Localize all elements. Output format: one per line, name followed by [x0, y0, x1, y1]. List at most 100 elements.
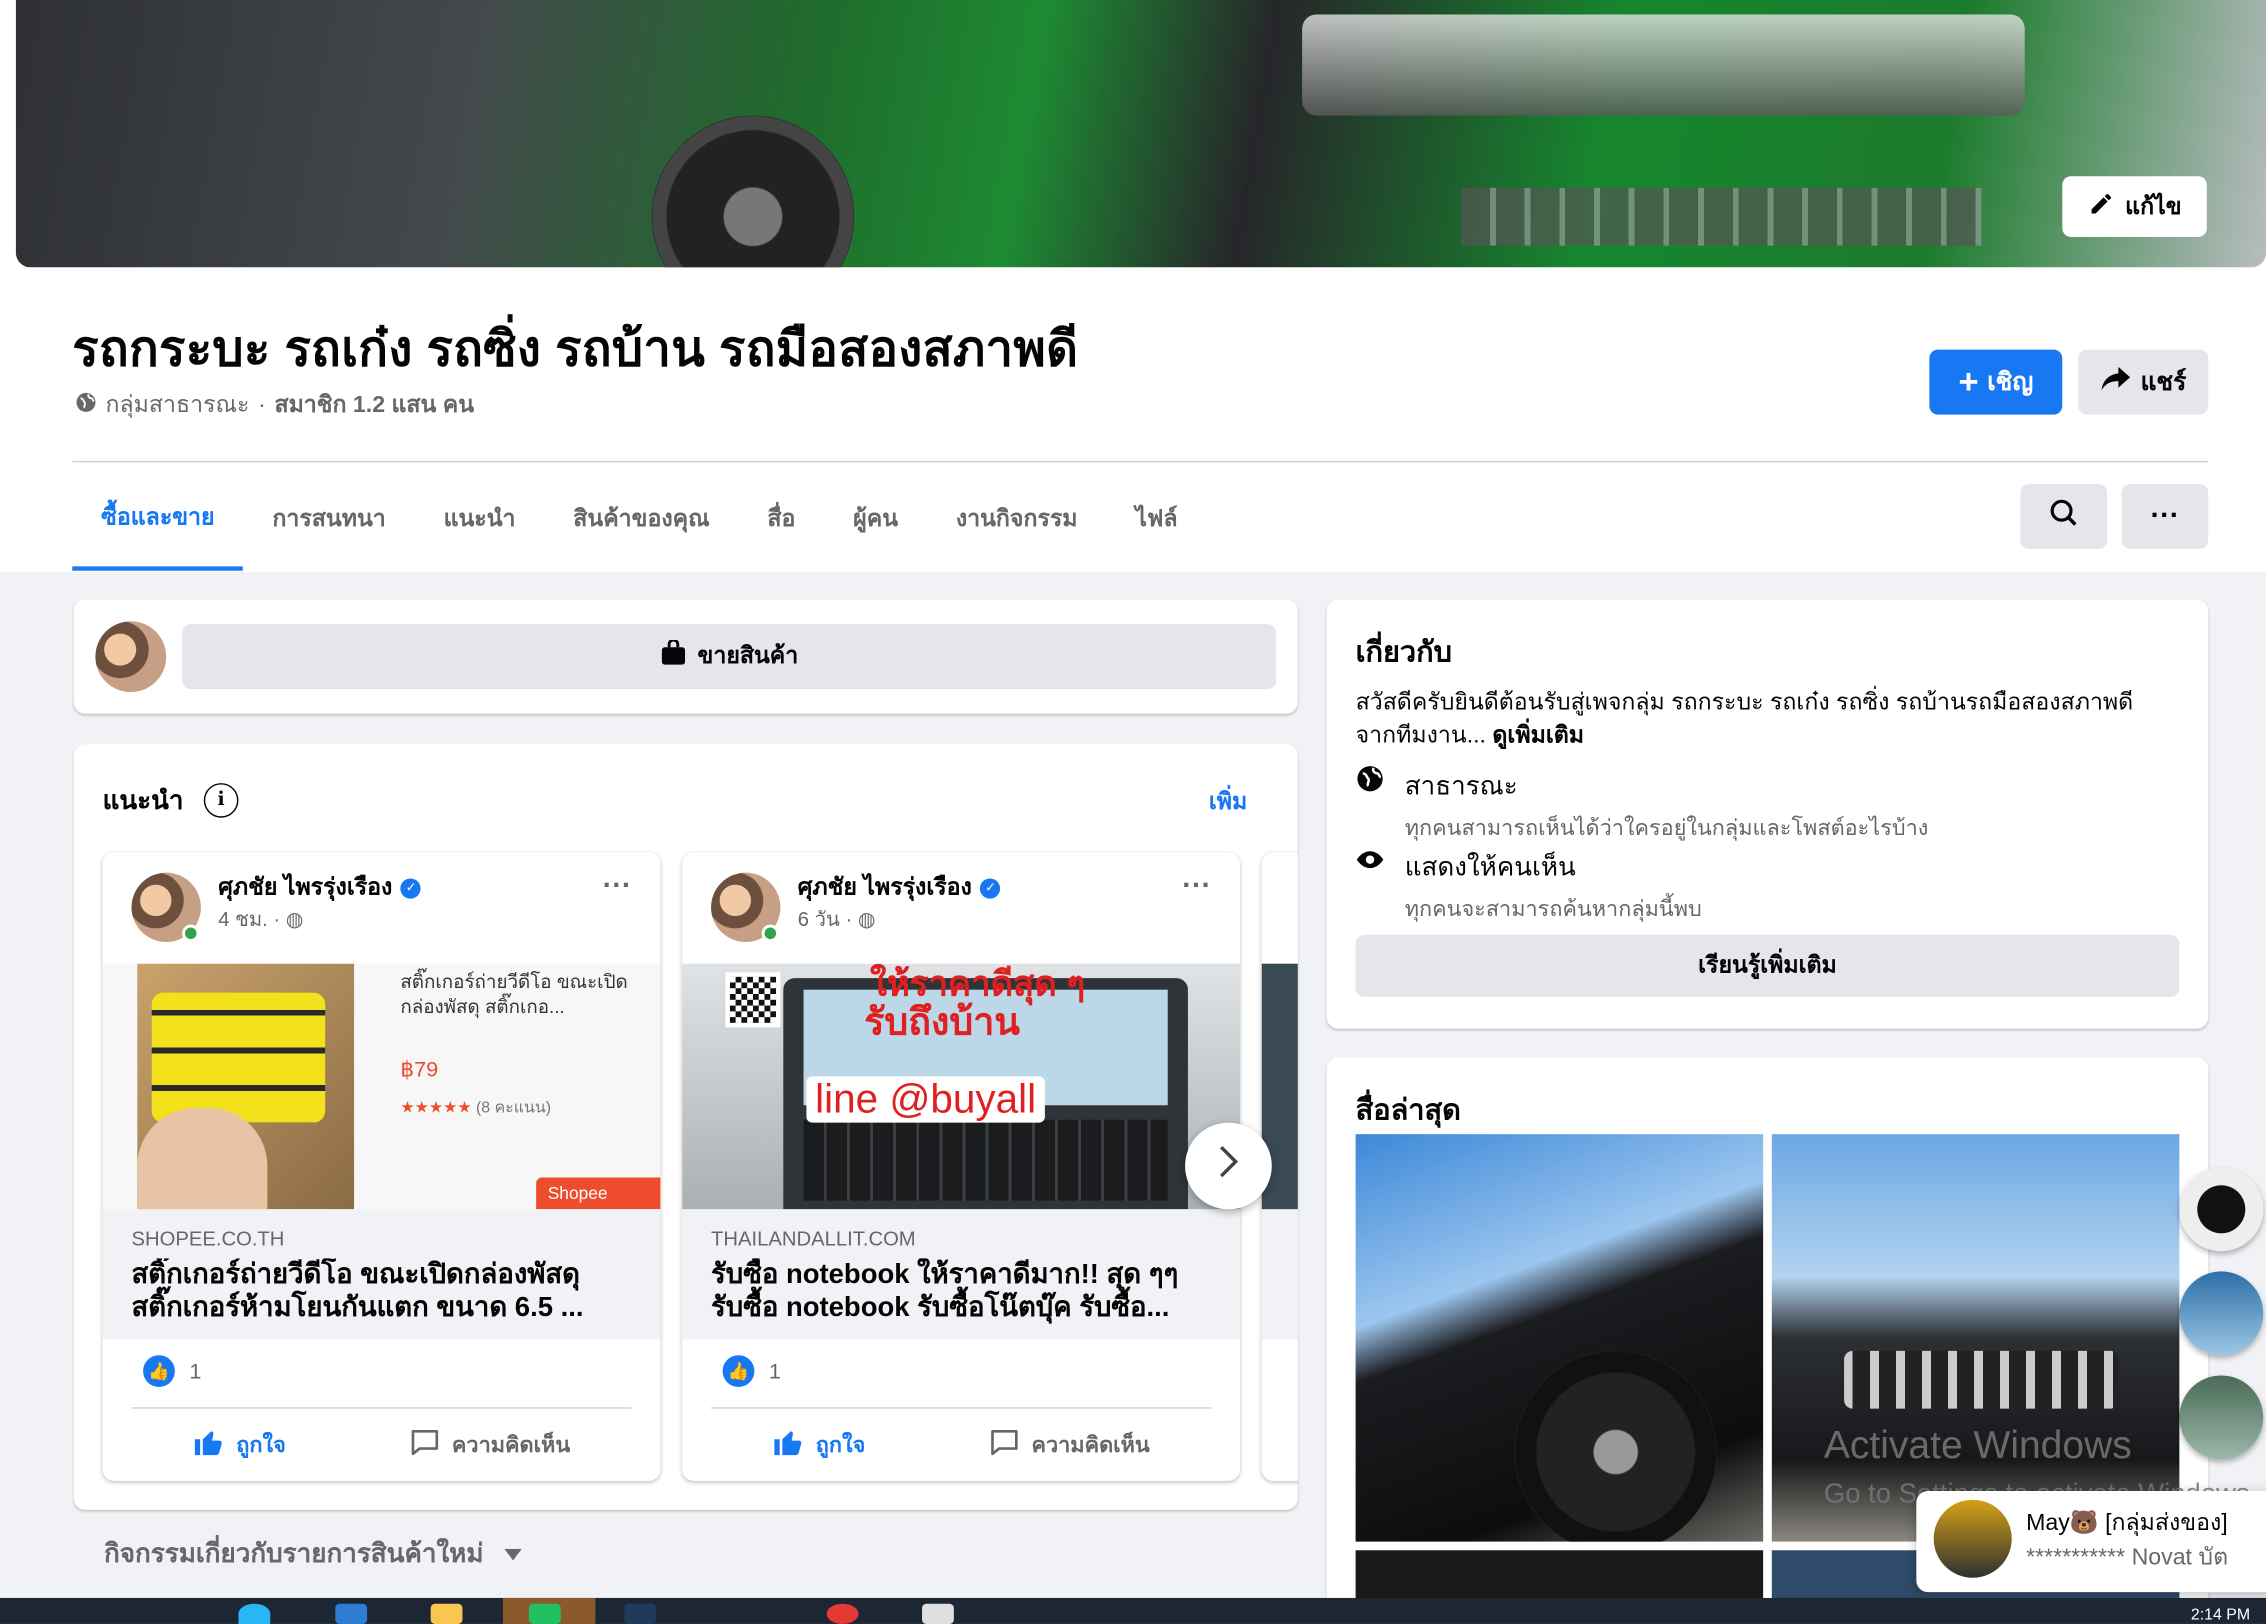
chat-head[interactable] — [2179, 1167, 2264, 1252]
globe-icon — [1356, 764, 1385, 845]
tab-media[interactable]: สื่อ — [738, 468, 824, 569]
link-preview-footer[interactable]: THAILANDALLIT.COM รับซื้อ notebook ให้รา… — [682, 1209, 1240, 1340]
recommended-more-link[interactable]: เพิ่ม — [1209, 785, 1247, 821]
edge-icon[interactable] — [238, 1603, 271, 1624]
post-time[interactable]: 6 วัน · ◍ — [798, 904, 876, 936]
tab-people[interactable]: ผู้คน — [824, 468, 927, 569]
link-preview-footer[interactable]: SHOPEE.CO.TH สติ๊กเกอร์ถ่ายวีดีโอ ขณะเปิ… — [102, 1209, 661, 1340]
learn-more-button[interactable]: เรียนรู้เพิ่มเติม — [1355, 934, 2180, 997]
post-author[interactable]: ศุภชัย ไพรรุ่งเรือง ✓ — [218, 870, 422, 906]
image-caption-mid: รับถึงบ้าน — [864, 999, 1021, 1044]
chat-message: *********** Novat บัต — [2026, 1545, 2229, 1571]
tab-files[interactable]: ไฟล์ — [1106, 468, 1206, 569]
link-preview-footer[interactable] — [1261, 1209, 1298, 1340]
caret-down-icon — [503, 1537, 522, 1567]
cover-photo[interactable] — [15, 0, 2266, 268]
about-title: เกี่ยวกับ — [1355, 637, 1452, 669]
link-headline: รับซื้อ notebook ให้ราคาดีมาก!! สุด ๆๆ ร… — [711, 1259, 1179, 1324]
about-description: สวัสดีครับยินดีต้อนรับสู่เพจกลุ่ม รถกระบ… — [1356, 686, 2180, 752]
rating-count: (8 คะแนน) — [476, 1099, 552, 1117]
reaction-count: 1 — [768, 1358, 781, 1384]
chat-head[interactable] — [2179, 1271, 2264, 1356]
chat-sender: May🐻 [กลุ่มส่งของ] — [2026, 1511, 2228, 1536]
post-options-icon[interactable]: ··· — [1182, 870, 1211, 903]
tab-buy-sell[interactable]: ซื้อและขาย — [72, 468, 244, 571]
share-icon — [2100, 366, 2132, 399]
group-meta: กลุ่มสาธารณะ · สมาชิก 1.2 แสน คน — [75, 387, 474, 423]
comment-label: ความคิดเห็น — [451, 1433, 571, 1458]
online-indicator — [182, 924, 200, 943]
cover-bumper — [1461, 187, 1982, 246]
post-time-text: 6 วัน · — [797, 907, 853, 931]
post-time-text: 4 ชม. · — [218, 907, 281, 931]
comment-button[interactable]: ความคิดเห็น — [988, 1426, 1150, 1464]
see-more-link[interactable]: ดูเพิ่มเติม — [1492, 724, 1584, 749]
activity-label: กิจกรรมเกี่ยวกับรายการสินค้าใหม่ — [104, 1538, 484, 1568]
info-icon[interactable]: i — [203, 782, 239, 818]
group-search-button[interactable] — [2020, 484, 2108, 550]
media-thumbnail[interactable] — [1355, 1134, 1764, 1542]
author-name[interactable]: ศุภชัย ไพรรุ่งเรือง — [218, 870, 392, 906]
header-divider — [72, 460, 2209, 463]
product-image — [137, 963, 355, 1210]
share-button[interactable]: แชร์ — [2078, 349, 2209, 415]
media-title: สื่อล่าสุด — [1355, 1095, 1461, 1127]
sell-item-button[interactable]: ขายสินค้า — [182, 624, 1277, 690]
author-name[interactable]: ศุภชัย ไพรรุ่งเรือง — [798, 870, 972, 906]
post-divider — [711, 1407, 1212, 1409]
tab-discussion[interactable]: การสนทนา — [243, 468, 414, 569]
post-time[interactable]: 4 ชม. · ◍ — [218, 904, 303, 936]
comment-icon — [409, 1426, 441, 1464]
chat-head[interactable] — [2179, 1375, 2264, 1460]
reaction-summary[interactable]: 👍 1 — [722, 1355, 781, 1388]
online-indicator — [761, 924, 779, 943]
sell-card: ขายสินค้า — [73, 599, 1298, 714]
more-options-button[interactable]: ··· — [2121, 484, 2209, 550]
recommended-post[interactable]: ศุภชัย ไพรรุ่งเรือง ✓ 4 ชม. · ◍ ··· สติ๊… — [102, 852, 661, 1481]
about-public: สาธารณะ ทุกคนสามารถเห็นได้ว่าใครอยู่ในกล… — [1356, 764, 1928, 845]
reaction-summary[interactable]: 👍 1 — [143, 1355, 201, 1388]
invite-button[interactable]: + เชิญ — [1929, 349, 2063, 415]
group-tabs: ซื้อและขาย การสนทนา แนะนำ สินค้าของคุณ ส… — [72, 468, 1206, 572]
folder-icon[interactable] — [430, 1603, 463, 1624]
post-author[interactable]: ศุภชัย ไพรรุ่งเรือง ✓ — [798, 870, 1001, 906]
comment-button[interactable]: ความคิดเห็น — [409, 1426, 571, 1464]
chevron-right-icon — [1217, 1142, 1240, 1190]
plus-icon: + — [1958, 361, 1979, 401]
cover-grille — [1302, 14, 2025, 116]
user-avatar[interactable] — [95, 621, 167, 693]
line-icon[interactable] — [528, 1603, 561, 1624]
activate-windows-title: Activate Windows — [1823, 1423, 2132, 1467]
globe-icon: ◍ — [857, 907, 876, 931]
app-icon[interactable] — [624, 1603, 657, 1624]
product-price: ฿79 — [400, 1057, 439, 1083]
store-icon[interactable] — [335, 1603, 368, 1624]
activity-filter[interactable]: กิจกรรมเกี่ยวกับรายการสินค้าใหม่ — [104, 1531, 522, 1573]
visible-desc: ทุกคนจะสามารถค้นหากลุ่มนี้พบ — [1404, 897, 1702, 922]
recommended-header: แนะนำ i — [103, 779, 239, 821]
truck-wheel — [1514, 1350, 1717, 1542]
recommended-post[interactable]: ศุภชัย ไพรรุ่งเรือง ✓ 6 วัน · ◍ ··· ให้ร… — [682, 852, 1240, 1481]
tab-events[interactable]: งานกิจกรรม — [927, 468, 1107, 569]
tab-featured[interactable]: แนะนำ — [415, 468, 545, 569]
post-options-icon[interactable]: ··· — [603, 870, 632, 903]
group-title[interactable]: รถกระบะ รถเก๋ง รถซิ่ง รถบ้าน รถมือสองสภา… — [72, 309, 1078, 387]
recommended-title: แนะนำ — [102, 785, 184, 815]
search-icon — [2049, 498, 2078, 534]
carousel-next-button[interactable] — [1185, 1122, 1272, 1210]
group-members[interactable]: สมาชิก 1.2 แสน คน — [274, 387, 474, 423]
like-button[interactable]: ถูกใจ — [772, 1426, 865, 1464]
like-button[interactable]: ถูกใจ — [193, 1426, 286, 1464]
post-link-preview[interactable]: สติ๊กเกอร์ถ่ายวีดีโอ ขณะเปิดกล่องพัสดุ ส… — [102, 963, 661, 1210]
app-icon[interactable] — [922, 1603, 954, 1624]
chrome-icon[interactable] — [826, 1603, 859, 1624]
post-link-preview[interactable]: ให้ราคาดีสุด ๆ รับถึงบ้าน line @buyall — [682, 963, 1240, 1210]
tab-your-items[interactable]: สินค้าของคุณ — [544, 468, 738, 569]
taskbar-clock[interactable]: 2:14 PM — [2191, 1607, 2250, 1624]
group-privacy[interactable]: กลุ่มสาธารณะ — [105, 387, 249, 423]
product-title: สติ๊กเกอร์ถ่ายวีดีโอ ขณะเปิดกล่องพัสดุ ส… — [400, 970, 628, 1018]
edit-cover-button[interactable]: แก้ไข — [2062, 176, 2207, 237]
laptop-keyboard — [803, 1119, 1168, 1201]
recommended-card: แนะนำ i เพิ่ม ศุภชัย ไพรรุ่งเรือง ✓ 4 ชม… — [73, 744, 1298, 1510]
chat-notification[interactable]: May🐻 [กลุ่มส่งของ] *********** Novat บัต — [1916, 1491, 2266, 1593]
